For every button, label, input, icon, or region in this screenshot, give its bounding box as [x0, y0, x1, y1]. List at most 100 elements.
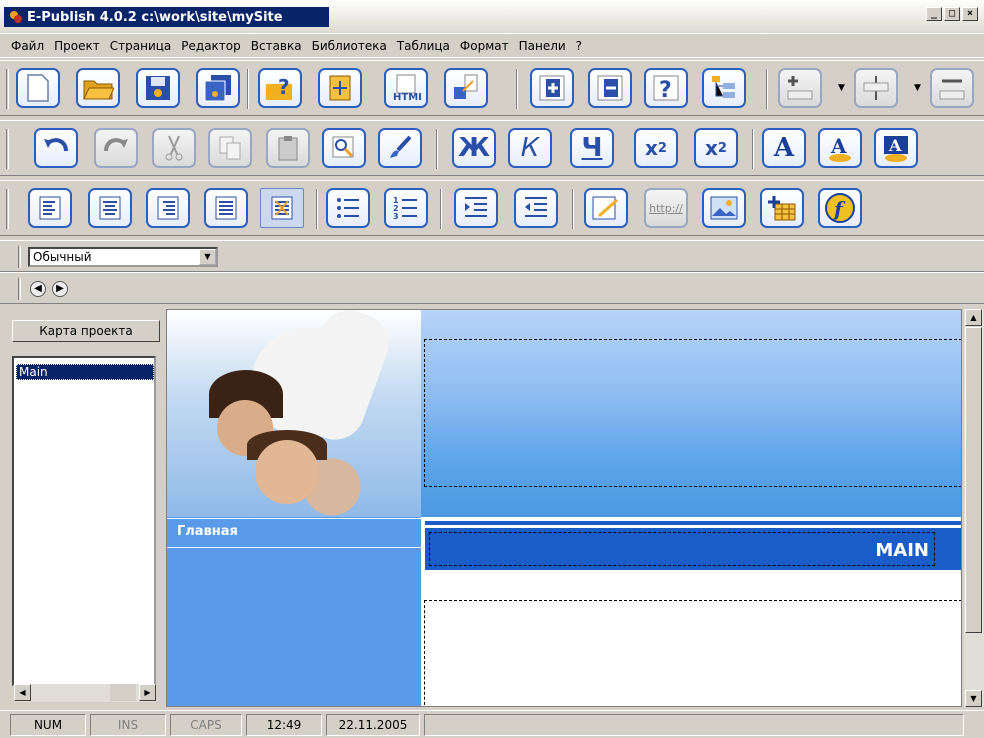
- underline-label: Ч: [581, 133, 603, 163]
- tree-item-main[interactable]: Main: [16, 364, 154, 380]
- bullet-list-button[interactable]: [326, 188, 370, 228]
- indent-button[interactable]: [454, 188, 498, 228]
- forward-button[interactable]: ▶: [52, 281, 68, 297]
- find-button[interactable]: [322, 128, 366, 168]
- page-help-button[interactable]: ?: [644, 68, 688, 108]
- site-structure-button[interactable]: [702, 68, 746, 108]
- redo-button[interactable]: [94, 128, 138, 168]
- banner-photo[interactable]: [167, 310, 421, 518]
- publish-button[interactable]: [444, 68, 488, 108]
- subscript-base: x: [645, 136, 658, 160]
- font-button[interactable]: A: [762, 128, 806, 168]
- cut-button[interactable]: [152, 128, 196, 168]
- page-title[interactable]: MAIN: [875, 540, 929, 561]
- edit-text-button[interactable]: [584, 188, 628, 228]
- insert-column-button[interactable]: [854, 68, 898, 108]
- status-ins: INS: [90, 714, 166, 736]
- header-placeholder[interactable]: [424, 339, 961, 487]
- html-icon: HTML: [393, 74, 421, 103]
- font-color-button[interactable]: A: [818, 128, 862, 168]
- toolbar-grip[interactable]: [6, 129, 9, 169]
- delete-row-button[interactable]: [930, 68, 974, 108]
- toolbar-grip[interactable]: [18, 278, 21, 300]
- title-rule: [425, 521, 961, 525]
- scroll-thumb[interactable]: [965, 327, 982, 633]
- align-justify-button[interactable]: [204, 188, 248, 228]
- save-button[interactable]: [136, 68, 180, 108]
- insert-table-button[interactable]: [760, 188, 804, 228]
- scroll-thumb[interactable]: [110, 684, 136, 701]
- insert-flash-button[interactable]: f: [818, 188, 862, 228]
- background-color-button[interactable]: A: [874, 128, 918, 168]
- menu-insert[interactable]: Вставка: [246, 39, 307, 53]
- toolbar-grip[interactable]: [6, 189, 9, 229]
- menu-format[interactable]: Формат: [455, 39, 514, 53]
- insert-image-button[interactable]: [702, 188, 746, 228]
- undo-button[interactable]: [34, 128, 78, 168]
- insert-row-button[interactable]: [778, 68, 822, 108]
- scissors-icon: [165, 135, 183, 161]
- paste-button[interactable]: [266, 128, 310, 168]
- project-tree[interactable]: Main: [12, 356, 156, 686]
- vertical-scrollbar[interactable]: ▲ ▼: [964, 309, 984, 707]
- superscript-button[interactable]: x2: [694, 128, 738, 168]
- align-right-button[interactable]: [146, 188, 190, 228]
- numbered-list-button[interactable]: 123: [384, 188, 428, 228]
- insert-link-button[interactable]: http://: [644, 188, 688, 228]
- align-none-button[interactable]: [260, 188, 304, 228]
- menu-project[interactable]: Проект: [49, 39, 105, 53]
- project-map-tab[interactable]: Карта проекта: [12, 320, 160, 342]
- page-properties-button[interactable]: [318, 68, 362, 108]
- scroll-down-button[interactable]: ▼: [965, 690, 982, 707]
- maximize-button[interactable]: □: [944, 7, 960, 21]
- floppy-multi-icon: [204, 75, 231, 102]
- toolbar-separator: [316, 189, 318, 229]
- menu-editor[interactable]: Редактор: [176, 39, 245, 53]
- menu-library[interactable]: Библиотека: [307, 39, 392, 53]
- menu-table[interactable]: Таблица: [392, 39, 455, 53]
- bullet-list-icon: [337, 198, 359, 218]
- paragraph-style-select[interactable]: Обычный ▼: [28, 247, 218, 267]
- toolbar-grip[interactable]: [6, 69, 9, 109]
- open-button[interactable]: [76, 68, 120, 108]
- remove-page-button[interactable]: [588, 68, 632, 108]
- toolbar-edit: Ж К Ч x2 x2 A A A: [0, 120, 984, 176]
- scroll-right-button[interactable]: ▶: [139, 684, 156, 701]
- content-placeholder[interactable]: [424, 600, 961, 706]
- page-editor-canvas[interactable]: Главная MAIN: [166, 309, 962, 707]
- menu-panels[interactable]: Панели: [514, 39, 571, 53]
- minimize-button[interactable]: _: [926, 7, 942, 21]
- open-help-button[interactable]: ?: [258, 68, 302, 108]
- back-button[interactable]: ◀: [30, 281, 46, 297]
- table-add-row-icon: [787, 76, 813, 100]
- bold-button[interactable]: Ж: [452, 128, 496, 168]
- menu-file[interactable]: Файл: [6, 39, 49, 53]
- underline-button[interactable]: Ч: [570, 128, 614, 168]
- status-num: NUM: [10, 714, 86, 736]
- toolbar-grip[interactable]: [18, 246, 21, 268]
- add-page-button[interactable]: [530, 68, 574, 108]
- subscript-button[interactable]: x2: [634, 128, 678, 168]
- new-page-button[interactable]: [16, 68, 60, 108]
- scroll-up-button[interactable]: ▲: [965, 309, 982, 326]
- horizontal-scrollbar[interactable]: ◀ ▶: [14, 684, 156, 702]
- italic-button[interactable]: К: [508, 128, 552, 168]
- nav-heading[interactable]: Главная: [167, 518, 421, 548]
- export-html-button[interactable]: HTML: [384, 68, 428, 108]
- chevron-down-icon[interactable]: ▼: [838, 84, 846, 93]
- menu-page[interactable]: Страница: [105, 39, 177, 53]
- scroll-left-button[interactable]: ◀: [14, 684, 31, 701]
- title-placeholder[interactable]: [429, 532, 935, 566]
- align-center-button[interactable]: [88, 188, 132, 228]
- font-label: A: [773, 133, 795, 163]
- menu-help[interactable]: ?: [571, 39, 587, 53]
- format-painter-button[interactable]: [378, 128, 422, 168]
- copy-button[interactable]: [208, 128, 252, 168]
- close-button[interactable]: ×: [962, 7, 978, 21]
- chevron-down-icon[interactable]: ▼: [199, 249, 216, 265]
- chevron-down-icon[interactable]: ▼: [914, 84, 922, 93]
- svg-text:?: ?: [659, 78, 672, 102]
- outdent-button[interactable]: [514, 188, 558, 228]
- align-left-button[interactable]: [28, 188, 72, 228]
- save-as-button[interactable]: [196, 68, 240, 108]
